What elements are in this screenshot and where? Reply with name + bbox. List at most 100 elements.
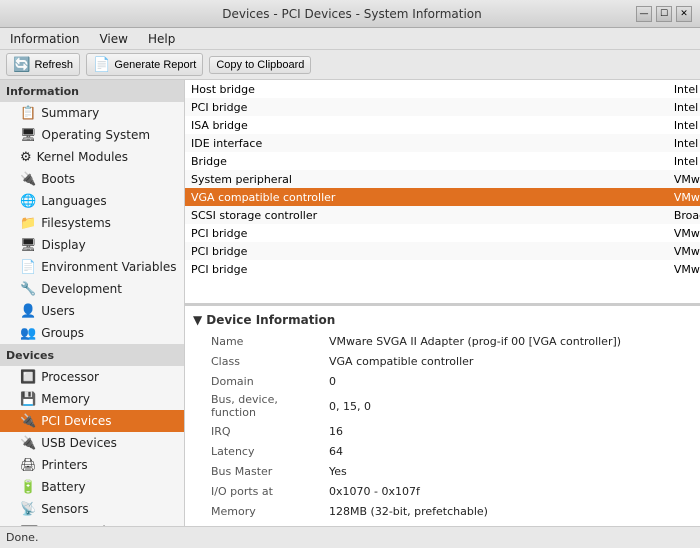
info-table: NameVMware SVGA II Adapter (prog-if 00 [… [189, 330, 696, 526]
table-row[interactable]: System peripheralVMware Virtual Machine … [185, 170, 700, 188]
sidebar-item-sensors[interactable]: 📡Sensors [0, 498, 184, 520]
device-type: PCI bridge [185, 224, 668, 242]
sidebar-item-pci-devices[interactable]: 🔌PCI Devices [0, 410, 184, 432]
menu-view[interactable]: View [93, 30, 133, 48]
report-icon: 📄 [93, 56, 110, 73]
device-type: Bridge [185, 152, 668, 170]
statusbar: Done. [0, 526, 700, 548]
info-row: ClassVGA compatible controller [191, 352, 694, 370]
table-row[interactable]: PCI bridgeVMware PCI Express Root Port (… [185, 260, 700, 278]
device-type: System peripheral [185, 170, 668, 188]
device-type: PCI bridge [185, 242, 668, 260]
sidebar-item-memory[interactable]: 💾Memory [0, 388, 184, 410]
table-row[interactable]: ISA bridgeIntel Corporation 82371AB/EB/M… [185, 116, 700, 134]
sidebar-item-kernel-modules[interactable]: ⚙ Kernel Modules [0, 146, 184, 168]
refresh-label: Refresh [34, 59, 73, 71]
collapse-icon[interactable]: ▼ [193, 313, 202, 327]
refresh-icon: 🔄 [13, 56, 30, 73]
device-description: VMware PCI Express Root Port (rev 01) (p… [668, 242, 700, 260]
info-row: Bus, device, function0, 15, 0 [191, 392, 694, 420]
sidebar-item-operating-system[interactable]: 🖥Operating System [0, 124, 184, 146]
sidebar-item-languages[interactable]: 🌐Languages [0, 190, 184, 212]
battery-icon: 🔋 [20, 480, 36, 495]
memory-icon: 💾 [20, 392, 36, 407]
device-description: Intel Corporation 82371AB/EB/MB PIIX4 ID… [668, 134, 700, 152]
sidebar-item-input-devices[interactable]: ⌨ Input Devices [0, 520, 184, 526]
sidebar-label-boots: Boots [41, 172, 75, 186]
info-row: Memory128MB (32-bit, prefetchable) [191, 502, 694, 520]
window-controls[interactable]: — ☐ ✕ [636, 6, 692, 22]
close-button[interactable]: ✕ [676, 6, 692, 22]
table-row[interactable]: VGA compatible controllerVMware SVGA II … [185, 188, 700, 206]
device-type: IDE interface [185, 134, 668, 152]
sidebar-item-development[interactable]: 🔧Development [0, 278, 184, 300]
table-row[interactable]: Host bridgeIntel Corporation 440BX/ZX/DX… [185, 80, 700, 98]
table-row[interactable]: IDE interfaceIntel Corporation 82371AB/E… [185, 134, 700, 152]
info-label: Memory [191, 502, 321, 520]
sidebar-item-printers[interactable]: 🖨Printers [0, 454, 184, 476]
sidebar-item-summary[interactable]: 📋Summary [0, 102, 184, 124]
table-row[interactable]: PCI bridgeVMware PCI Express Root Port (… [185, 242, 700, 260]
menubar: Information View Help [0, 28, 700, 50]
device-description: Intel Corporation 440BX/ZX/DX - 82443BX/… [668, 80, 700, 98]
device-description: Broadcom / LSI 53c1030 PCI-X Fusion-MPT … [668, 206, 700, 224]
titlebar: Devices - PCI Devices - System Informati… [0, 0, 700, 28]
info-value: 0, 15, 0 [323, 392, 694, 420]
content-area: Host bridgeIntel Corporation 440BX/ZX/DX… [185, 80, 700, 526]
groups-icon: 👥 [20, 326, 36, 341]
device-description: VMware PCI Express Root Port (rev 01) (p… [668, 260, 700, 278]
boots-icon: 🔌 [20, 172, 36, 187]
sidebar-label-kernel-modules: Kernel Modules [37, 150, 128, 164]
sidebar: Information📋Summary🖥Operating System⚙Ker… [0, 80, 185, 526]
filesystems-icon: 📁 [20, 216, 36, 231]
kernel-modules-icon: ⚙ [20, 150, 32, 165]
info-row: IRQ16 [191, 422, 694, 440]
sidebar-item-boots[interactable]: 🔌 Boots [0, 168, 184, 190]
development-icon: 🔧 [20, 282, 36, 297]
sidebar-item-battery[interactable]: 🔋Battery [0, 476, 184, 498]
info-row: Memory8MB (32-bit, non-prefetchable) [191, 522, 694, 526]
device-type: PCI bridge [185, 98, 668, 116]
sidebar-item-usb-devices[interactable]: 🔌USB Devices [0, 432, 184, 454]
table-row[interactable]: PCI bridgeIntel Corporation 440BX/ZX/DX … [185, 98, 700, 116]
sidebar-label-users: Users [41, 304, 75, 318]
device-table: Host bridgeIntel Corporation 440BX/ZX/DX… [185, 80, 700, 278]
info-row: Latency64 [191, 442, 694, 460]
copy-clipboard-button[interactable]: Copy to Clipboard [209, 56, 311, 74]
users-icon: 👤 [20, 304, 36, 319]
table-row[interactable]: SCSI storage controllerBroadcom / LSI 53… [185, 206, 700, 224]
info-row: Domain0 [191, 372, 694, 390]
device-list[interactable]: Host bridgeIntel Corporation 440BX/ZX/DX… [185, 80, 700, 306]
info-label: Bus, device, function [191, 392, 321, 420]
report-label: Generate Report [114, 59, 196, 71]
sidebar-label-filesystems: Filesystems [41, 216, 111, 230]
menu-information[interactable]: Information [4, 30, 85, 48]
sidebar-item-groups[interactable]: 👥Groups [0, 322, 184, 344]
sidebar-item-processor[interactable]: 🔲Processor [0, 366, 184, 388]
sidebar-item-env-variables[interactable]: 📄Environment Variables [0, 256, 184, 278]
refresh-button[interactable]: 🔄 Refresh [6, 53, 80, 76]
input-devices-icon: ⌨ [20, 524, 39, 527]
sidebar-item-filesystems[interactable]: 📁 Filesystems [0, 212, 184, 234]
display-icon: 🖥 [20, 238, 37, 253]
sidebar-section-information: Information [0, 80, 184, 102]
menu-help[interactable]: Help [142, 30, 181, 48]
minimize-button[interactable]: — [636, 6, 652, 22]
device-description: Intel Corporation 82371AB/EB/MB PIIX4 AC… [668, 152, 700, 170]
info-row: I/O ports at0x1070 - 0x107f [191, 482, 694, 500]
sidebar-label-processor: Processor [41, 370, 99, 384]
sidebar-item-display[interactable]: 🖥Display [0, 234, 184, 256]
sidebar-item-users[interactable]: 👤 Users [0, 300, 184, 322]
sidebar-label-input-devices: Input Devices [44, 524, 126, 526]
table-row[interactable]: PCI bridgeVMware PCI bridge (rev 02) (pr… [185, 224, 700, 242]
generate-report-button[interactable]: 📄 Generate Report [86, 53, 203, 76]
sensors-icon: 📡 [20, 502, 36, 517]
info-label: Name [191, 332, 321, 350]
table-row[interactable]: BridgeIntel Corporation 82371AB/EB/MB PI… [185, 152, 700, 170]
maximize-button[interactable]: ☐ [656, 6, 672, 22]
device-description: Intel Corporation 82371AB/EB/MB PIIX4 IS… [668, 116, 700, 134]
clipboard-label: Copy to Clipboard [216, 59, 304, 71]
sidebar-label-operating-system: Operating System [42, 128, 151, 142]
device-description: VMware Virtual Machine Communication Int… [668, 170, 700, 188]
info-label: Domain [191, 372, 321, 390]
